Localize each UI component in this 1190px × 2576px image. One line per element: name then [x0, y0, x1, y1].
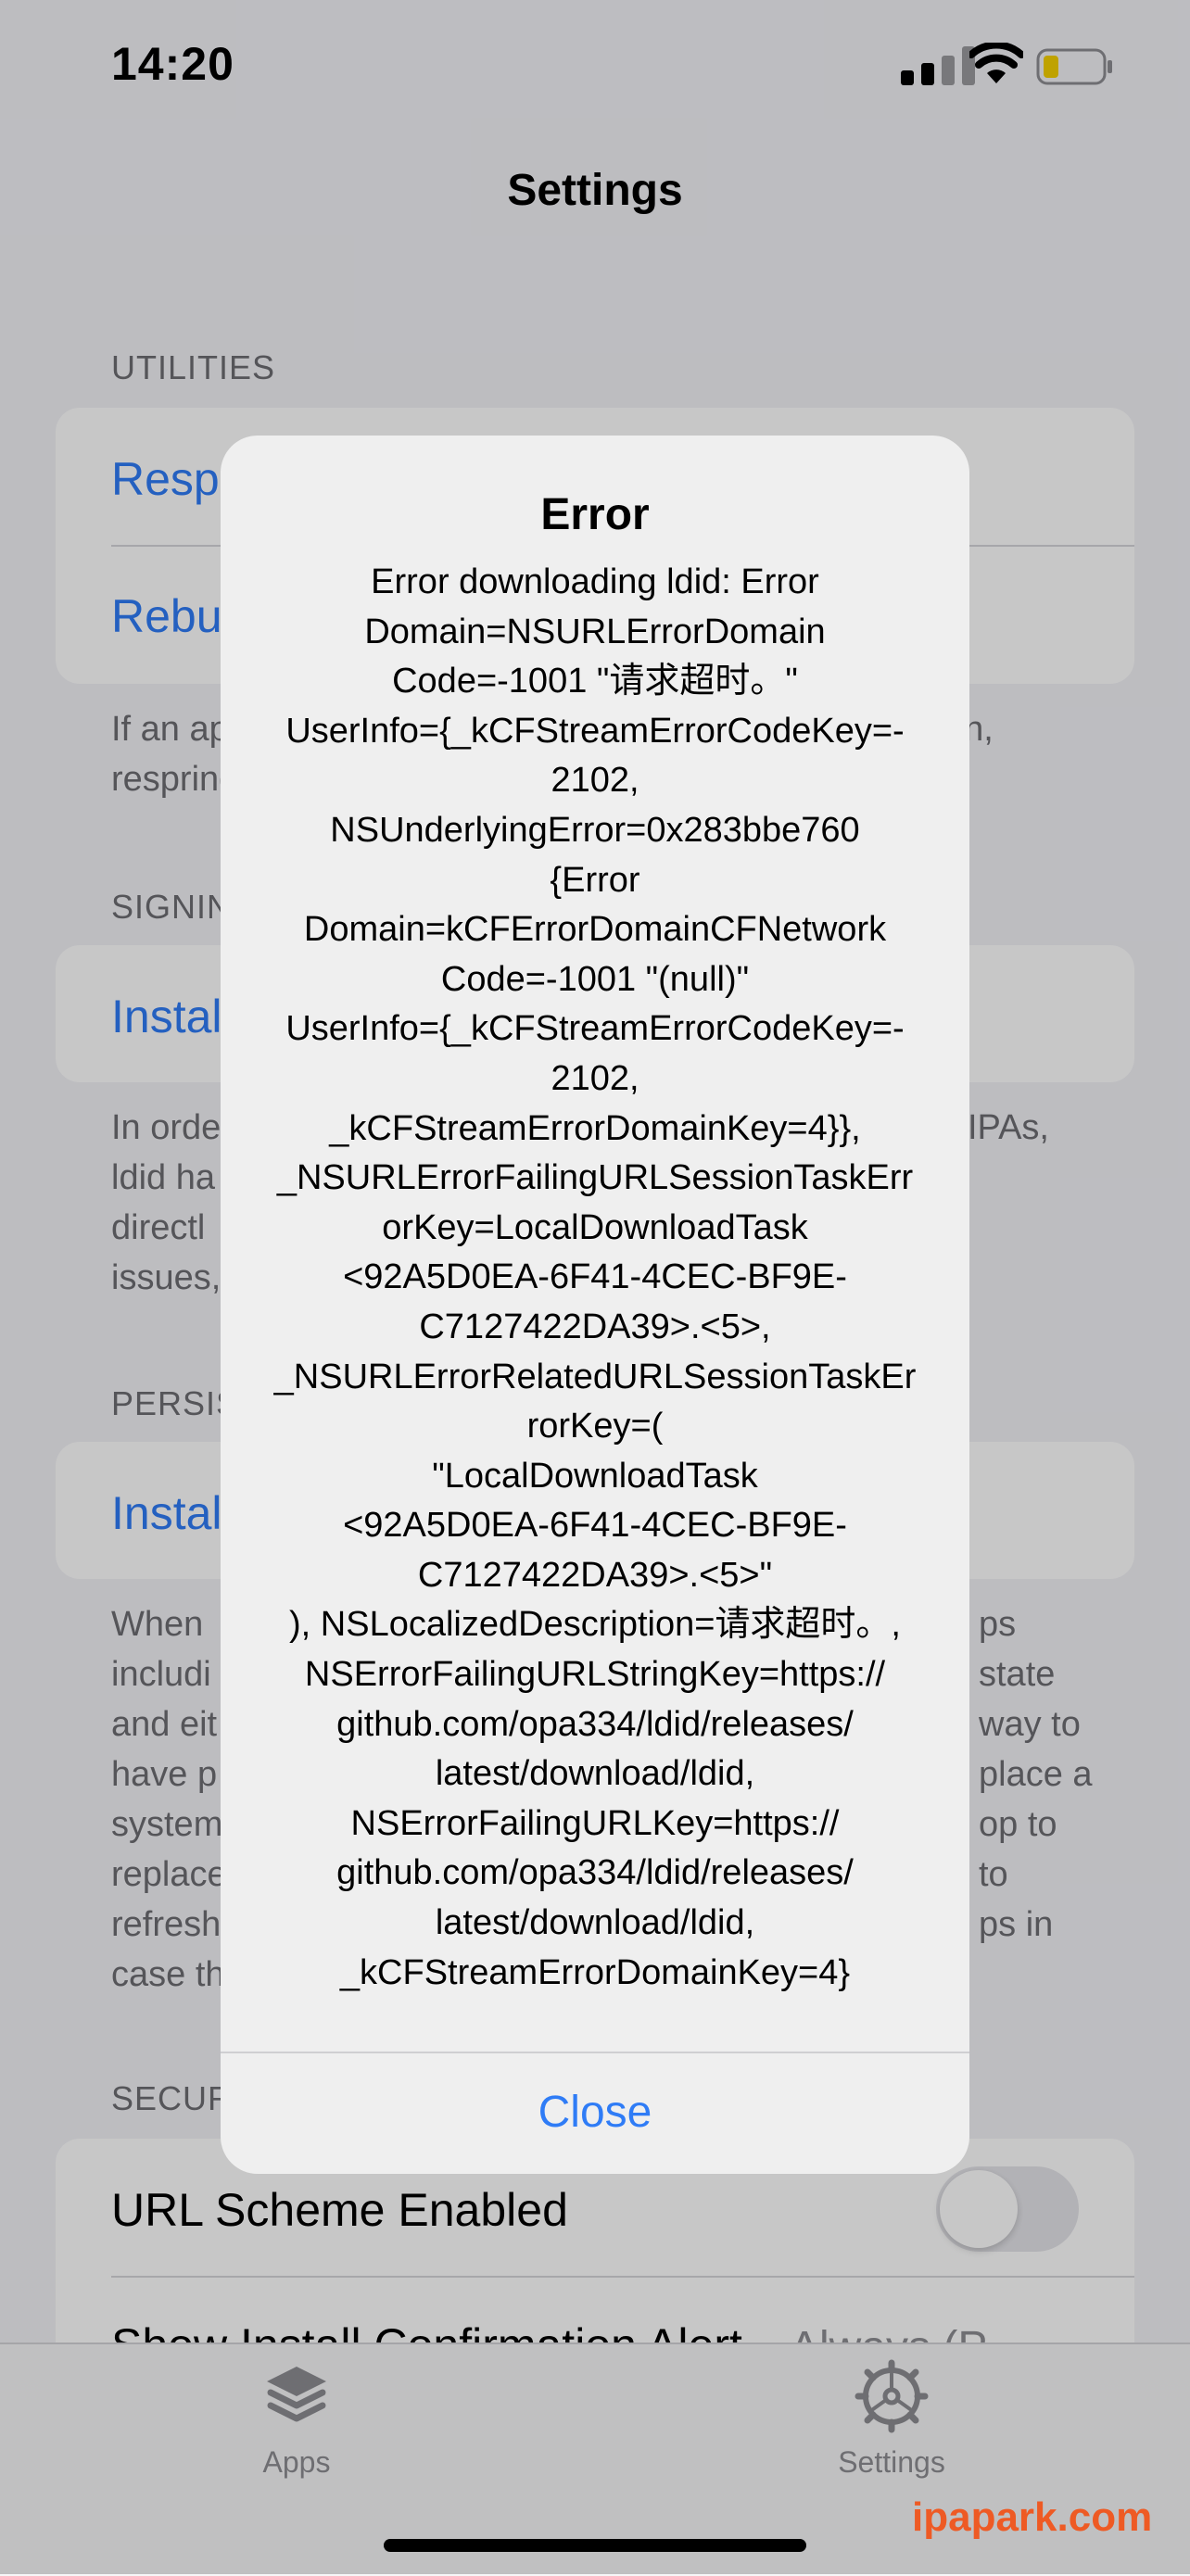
home-indicator — [384, 2539, 806, 2552]
close-button[interactable]: Close — [221, 2053, 969, 2174]
watermark: ipapark.com — [912, 2494, 1153, 2540]
alert-message: Error downloading ldid: Error Domain=NSU… — [273, 562, 917, 1992]
alert-title: Error — [540, 490, 650, 539]
error-alert: Error Error downloading ldid: Error Doma… — [221, 436, 969, 2174]
